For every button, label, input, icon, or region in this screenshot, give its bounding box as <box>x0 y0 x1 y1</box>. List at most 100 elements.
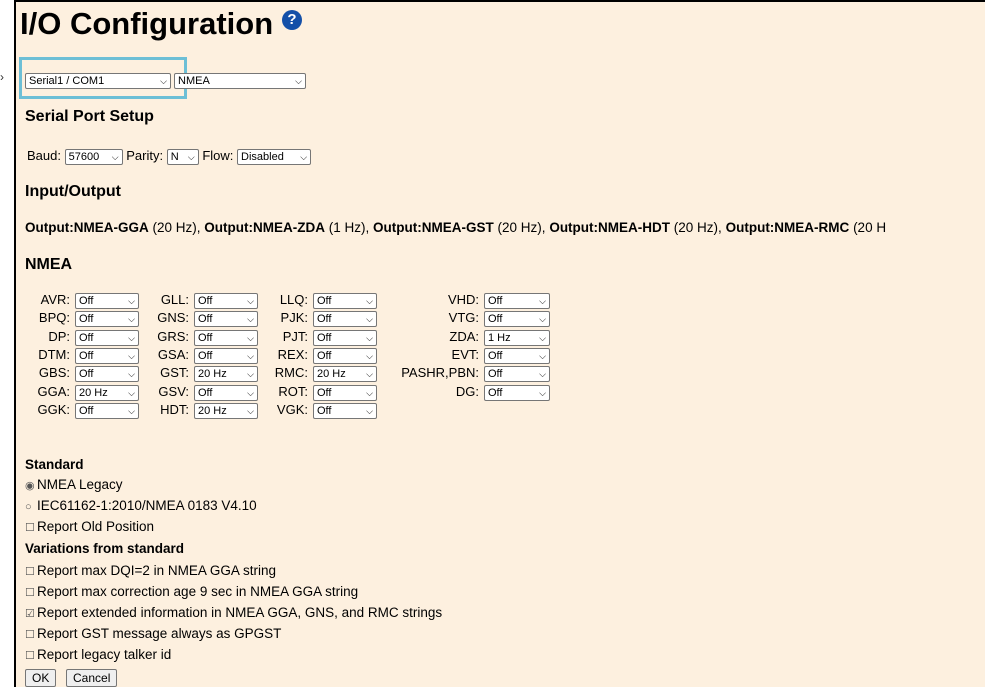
outputs-list: Output:NMEA-GGA (20 Hz), Output:NMEA-ZDA… <box>25 220 886 235</box>
chevron-down-icon: ⌵ <box>187 151 195 162</box>
nmea-rate-value: Off <box>79 404 94 417</box>
nmea-rate-select[interactable]: Off ⌵ <box>75 293 139 309</box>
nmea-label: GGA: <box>37 383 70 399</box>
option-label: NMEA Legacy <box>37 477 123 492</box>
nmea-rate-select[interactable]: Off ⌵ <box>484 347 550 364</box>
ok-button[interactable]: OK <box>25 669 57 687</box>
chevron-down-icon: ⌵ <box>539 314 546 325</box>
nmea-rate-select[interactable]: Off ⌵ <box>194 347 258 364</box>
nmea-rate-value: Off <box>198 349 213 362</box>
help-icon[interactable]: ? <box>282 10 302 30</box>
nmea-label: GGK: <box>37 401 70 417</box>
option-row[interactable]: ☐ Report GST message always as GPGST <box>25 626 281 641</box>
option-row[interactable]: ☑ Report extended information in NMEA GGA… <box>25 605 442 620</box>
chevron-down-icon: ⌵ <box>128 350 135 361</box>
option-row[interactable]: ◉ NMEA Legacy <box>25 477 123 492</box>
nmea-rate-value: Off <box>79 295 94 307</box>
checkbox-icon[interactable]: ☑ <box>25 607 35 620</box>
checkbox-icon[interactable]: ☐ <box>25 521 35 534</box>
flow-select[interactable]: Disabled ⌵ <box>237 148 312 165</box>
nmea-rate-select[interactable]: Off ⌵ <box>194 311 258 328</box>
option-label: Report max correction age 9 sec in NMEA … <box>37 584 359 599</box>
io-heading: Input/Output <box>25 183 121 200</box>
option-row[interactable]: ○ IEC61162-1:2010/NMEA 0183 V4.10 <box>25 498 257 513</box>
nmea-rate-select[interactable]: Off ⌵ <box>75 366 139 383</box>
nmea-label: REX: <box>277 346 308 362</box>
chevron-down-icon: ⌵ <box>247 387 254 398</box>
nmea-label: PJK: <box>280 310 308 326</box>
nmea-rate-value: Off <box>79 313 94 326</box>
chevron-down-icon: ⌵ <box>366 387 373 398</box>
checkbox-icon[interactable]: ☐ <box>25 565 35 578</box>
nmea-rate-select[interactable]: Off ⌵ <box>313 293 377 309</box>
port-select[interactable]: Serial1 / COM1 ⌵ <box>25 73 171 89</box>
chevron-down-icon: ⌵ <box>128 405 135 416</box>
nmea-label: GSV: <box>158 383 189 399</box>
nmea-rate-select[interactable]: Off ⌵ <box>313 311 377 328</box>
nmea-rate-select[interactable]: Off ⌵ <box>194 293 258 309</box>
flow-label: Flow: <box>202 148 234 163</box>
parity-select[interactable]: N ⌵ <box>166 148 199 165</box>
cancel-button[interactable]: Cancel <box>66 669 118 687</box>
nmea-rate-select[interactable]: 20 Hz ⌵ <box>313 366 377 383</box>
nmea-rate-select[interactable]: Off ⌵ <box>194 384 258 401</box>
output-rate: (1 Hz), <box>328 220 370 235</box>
chevron-down-icon: ⌵ <box>366 369 373 380</box>
chevron-down-icon: ⌵ <box>128 296 135 306</box>
nmea-label: DTM: <box>38 346 70 362</box>
nmea-rate-select[interactable]: Off ⌵ <box>484 366 550 383</box>
nmea-rate-select[interactable]: Off ⌵ <box>313 384 377 401</box>
nmea-label: GNS: <box>157 310 189 326</box>
chevron-down-icon: ⌵ <box>128 369 135 380</box>
nmea-rate-value: 20 Hz <box>198 404 227 417</box>
radio-icon[interactable]: ◉ <box>25 479 35 492</box>
nmea-label: ROT: <box>278 383 308 399</box>
nmea-rate-select[interactable]: Off ⌵ <box>313 347 377 364</box>
nmea-rate-select[interactable]: Off ⌵ <box>75 311 139 328</box>
page-title: I/O Configuration <box>20 6 274 41</box>
output-name: Output:NMEA-GST <box>373 220 494 235</box>
option-row[interactable]: ☐ Report legacy talker id <box>25 647 171 662</box>
output-name: Output:NMEA-RMC <box>725 220 850 235</box>
collapse-arrow-icon[interactable]: › <box>0 70 4 84</box>
nmea-rate-select[interactable]: 1 Hz ⌵ <box>484 329 550 346</box>
nmea-label: DG: <box>455 383 479 399</box>
nmea-rate-select[interactable]: Off ⌵ <box>194 329 258 346</box>
radio-icon[interactable]: ○ <box>25 501 35 513</box>
nmea-rate-select[interactable]: Off ⌵ <box>484 311 550 328</box>
nmea-label: AVR: <box>40 292 70 307</box>
chevron-down-icon: ⌵ <box>539 350 546 361</box>
serial-settings-row: Baud: 57600 ⌵ Parity: N ⌵ Flow: Disabled ⌵ <box>27 148 312 165</box>
nmea-rate-select[interactable]: Off ⌵ <box>75 329 139 346</box>
chevron-down-icon: ⌵ <box>295 76 302 86</box>
nmea-rate-select[interactable]: 20 Hz ⌵ <box>194 402 258 419</box>
nmea-rate-select[interactable]: Off ⌵ <box>75 347 139 364</box>
checkbox-icon[interactable]: ☐ <box>25 628 35 641</box>
output-rate: (20 H <box>853 220 887 235</box>
nmea-rate-select[interactable]: Off ⌵ <box>75 402 139 419</box>
chevron-down-icon: ⌵ <box>128 314 135 325</box>
parity-label: Parity: <box>126 148 164 163</box>
nmea-rate-select[interactable]: 20 Hz ⌵ <box>75 384 139 401</box>
option-row[interactable]: ☐ Report max correction age 9 sec in NMEA… <box>25 584 358 599</box>
nmea-rate-select[interactable]: Off ⌵ <box>313 402 377 419</box>
nmea-label: VHD: <box>447 292 479 307</box>
nmea-rate-select[interactable]: Off ⌵ <box>484 293 550 309</box>
nmea-rate-select[interactable]: Off ⌵ <box>484 384 550 401</box>
baud-select[interactable]: 57600 ⌵ <box>64 148 123 165</box>
nmea-rate-value: Off <box>488 368 503 381</box>
chevron-down-icon: ⌵ <box>247 296 254 306</box>
option-row[interactable]: ☐ Report Old Position <box>25 519 154 534</box>
output-name: Output:NMEA-HDT <box>549 220 671 235</box>
nmea-rate-select[interactable]: Off ⌵ <box>313 329 377 346</box>
checkbox-icon[interactable]: ☐ <box>25 586 35 599</box>
io-config-panel: I/O Configuration ? Serial1 / COM1 ⌵ NMEA… <box>14 0 985 687</box>
chevron-down-icon: ⌵ <box>247 405 254 416</box>
option-label: Report legacy talker id <box>37 647 172 662</box>
protocol-select[interactable]: NMEA ⌵ <box>174 73 306 89</box>
option-row[interactable]: ☐ Report max DQI=2 in NMEA GGA string <box>25 563 276 578</box>
nmea-rate-select[interactable]: 20 Hz ⌵ <box>194 366 258 383</box>
option-label: IEC61162-1:2010/NMEA 0183 V4.10 <box>37 498 257 513</box>
checkbox-icon[interactable]: ☐ <box>25 649 35 662</box>
nmea-label: VTG: <box>448 310 479 326</box>
